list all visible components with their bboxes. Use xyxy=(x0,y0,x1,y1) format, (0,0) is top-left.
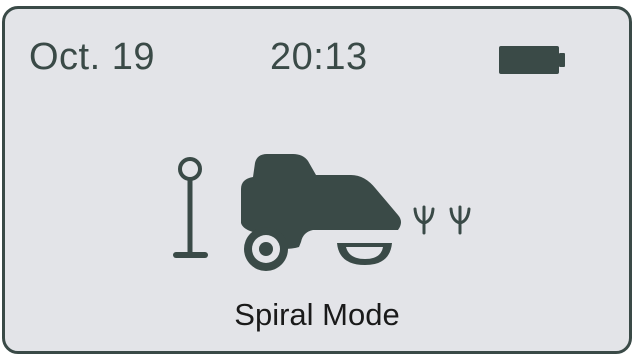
mower-display-screen: Oct. 19 20:13 Spiral Mode xyxy=(2,6,632,354)
battery-full-icon xyxy=(499,46,565,74)
grass-icon xyxy=(413,205,471,235)
mode-label: Spiral Mode xyxy=(234,297,400,332)
date-display: Oct. 19 xyxy=(29,36,155,78)
boundary-marker-icon xyxy=(173,157,208,258)
mower-illustration xyxy=(173,154,471,271)
time-display: 20:13 xyxy=(270,36,368,78)
robot-mower-icon xyxy=(241,154,401,271)
